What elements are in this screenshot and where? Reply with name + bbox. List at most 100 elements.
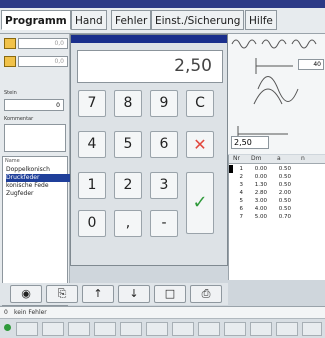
key-clear[interactable]: C bbox=[186, 90, 214, 117]
spring-diagram: 40 2,50 bbox=[228, 34, 325, 154]
task-button[interactable] bbox=[16, 322, 38, 336]
table-row[interactable]: 3 1.30 0.50 bbox=[229, 181, 325, 189]
cell-dm: 5.00 bbox=[254, 214, 267, 220]
key-comma[interactable]: , bbox=[114, 210, 142, 237]
list-header: Name bbox=[5, 158, 20, 164]
task-button[interactable] bbox=[146, 322, 168, 336]
table-row[interactable]: 2 0.00 0.50 bbox=[229, 173, 325, 181]
diagram-value-field[interactable]: 2,50 bbox=[231, 136, 269, 149]
cell-nr: 2 bbox=[239, 174, 244, 180]
comment-label: Kommentar bbox=[4, 116, 34, 122]
task-button[interactable] bbox=[198, 322, 220, 336]
status-count: 0 bbox=[4, 309, 8, 316]
cell-a: 0.50 bbox=[278, 206, 291, 212]
cell-a: 0.50 bbox=[278, 198, 291, 204]
table-row[interactable]: 6 4.00 0.50 bbox=[229, 205, 325, 213]
cell-dm: 3.00 bbox=[254, 198, 267, 204]
key-2[interactable]: 2 bbox=[114, 172, 142, 199]
key-5[interactable]: 5 bbox=[114, 131, 142, 158]
key-8[interactable]: 8 bbox=[114, 90, 142, 117]
keypad-title-bar bbox=[71, 35, 227, 43]
key-7[interactable]: 7 bbox=[78, 90, 106, 117]
task-button[interactable] bbox=[120, 322, 142, 336]
status-led-icon bbox=[4, 324, 11, 331]
task-button[interactable] bbox=[68, 322, 90, 336]
tab-hilfe[interactable]: Hilfe bbox=[245, 10, 277, 30]
spring-icon[interactable] bbox=[4, 38, 16, 49]
comment-input[interactable] bbox=[4, 124, 66, 152]
key-3[interactable]: 3 bbox=[150, 172, 178, 199]
tab-einst-sicherung[interactable]: Einst./Sicherung bbox=[151, 10, 245, 30]
step-label: Stein bbox=[4, 90, 17, 96]
table-row[interactable]: 5 3.00 0.50 bbox=[229, 197, 325, 205]
col-a: a bbox=[277, 155, 281, 162]
top-value-field[interactable]: 40 bbox=[298, 59, 324, 70]
key-4[interactable]: 4 bbox=[78, 131, 106, 158]
table-header: Nr Dm a n bbox=[229, 155, 325, 164]
down-arrow-icon[interactable]: ↓ bbox=[118, 285, 150, 303]
list-item-selected[interactable]: Druckfeder bbox=[6, 174, 70, 182]
cell-nr: 7 bbox=[239, 214, 244, 220]
cell-a: 0.50 bbox=[278, 166, 291, 172]
numeric-keypad: 2,50 7 8 9 C 4 5 6 ✕ 1 2 3 ✓ 0 , - bbox=[70, 34, 228, 266]
cell-nr: 1 bbox=[239, 166, 244, 172]
cell-nr: 3 bbox=[239, 182, 244, 188]
bracket-icon[interactable]: ⎘ bbox=[46, 285, 78, 303]
col-n: n bbox=[301, 155, 305, 162]
menu-bar: Programm Hand Fehler Einst./Sicherung Hi… bbox=[0, 0, 325, 34]
up-arrow-icon[interactable]: ↑ bbox=[82, 285, 114, 303]
coil-top-2 bbox=[261, 39, 287, 49]
bottom-toolbar: ◉ ⎘ ↑ ↓ □ ⎙ bbox=[0, 283, 228, 305]
key-0[interactable]: 0 bbox=[78, 210, 106, 237]
coil-main-2 bbox=[253, 88, 283, 105]
task-button[interactable] bbox=[224, 322, 246, 336]
coil-top-3 bbox=[291, 39, 317, 49]
task-button[interactable] bbox=[94, 322, 116, 336]
key-ok[interactable]: ✓ bbox=[186, 172, 214, 234]
cell-a: 2.00 bbox=[278, 190, 291, 196]
table-row[interactable]: 7 5.00 0.70 bbox=[229, 213, 325, 221]
cell-dm: 0.00 bbox=[254, 166, 267, 172]
list-item[interactable]: konische Fede bbox=[6, 182, 70, 190]
taskbar bbox=[0, 318, 325, 338]
tab-hand[interactable]: Hand bbox=[71, 10, 107, 30]
wire-icon[interactable] bbox=[4, 56, 16, 67]
cell-a: 0.70 bbox=[278, 214, 291, 220]
col-nr: Nr bbox=[233, 155, 240, 162]
key-minus[interactable]: - bbox=[150, 210, 178, 237]
task-button[interactable] bbox=[302, 322, 322, 336]
cell-dm: 2.80 bbox=[254, 190, 267, 196]
key-6[interactable]: 6 bbox=[150, 131, 178, 158]
status-bar: 0 kein Fehler bbox=[0, 306, 325, 318]
table-row[interactable]: 1 0.00 0.50 bbox=[229, 165, 325, 173]
status-text: kein Fehler bbox=[14, 309, 47, 316]
key-1[interactable]: 1 bbox=[78, 172, 106, 199]
page-icon[interactable]: □ bbox=[154, 285, 186, 303]
title-strip bbox=[0, 0, 325, 8]
coil-top-1 bbox=[231, 39, 257, 49]
table-row[interactable]: 4 2.80 2.00 bbox=[229, 189, 325, 197]
cell-a: 0.50 bbox=[278, 182, 291, 188]
tab-fehler[interactable]: Fehler bbox=[111, 10, 152, 30]
field-1[interactable]: 0,0 bbox=[18, 38, 68, 49]
keypad-display: 2,50 bbox=[77, 50, 223, 83]
step-input[interactable]: 0 bbox=[4, 99, 64, 111]
field-2[interactable]: 0,0 bbox=[18, 56, 68, 67]
col-dm: Dm bbox=[251, 155, 262, 162]
cell-nr: 4 bbox=[239, 190, 244, 196]
task-button[interactable] bbox=[276, 322, 298, 336]
cell-dm: 0.00 bbox=[254, 174, 267, 180]
tab-programm[interactable]: Programm bbox=[1, 10, 71, 30]
task-button[interactable] bbox=[172, 322, 194, 336]
binoculars-icon[interactable]: ◉ bbox=[10, 285, 42, 303]
list-item[interactable]: Doppelkonisch bbox=[6, 166, 70, 174]
left-panel: 0,0 0,0 Stein 0 Kommentar Name Doppelkon… bbox=[0, 34, 70, 306]
key-cancel[interactable]: ✕ bbox=[186, 131, 214, 158]
task-button[interactable] bbox=[250, 322, 272, 336]
key-9[interactable]: 9 bbox=[150, 90, 178, 117]
print-icon[interactable]: ⎙ bbox=[190, 285, 222, 303]
task-button[interactable] bbox=[42, 322, 64, 336]
cell-nr: 6 bbox=[239, 206, 244, 212]
data-table: Nr Dm a n 1 0.00 0.50 2 0.00 0.50 3 1.30… bbox=[228, 155, 325, 280]
list-item[interactable]: Zugfeder bbox=[6, 190, 70, 198]
